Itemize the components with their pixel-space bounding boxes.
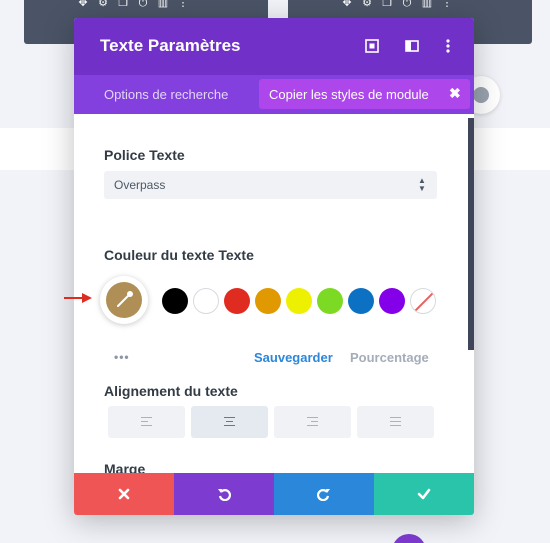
undo-icon (218, 489, 231, 501)
power-icon[interactable]: ⏻ (400, 0, 414, 10)
settings-modal: Texte Paramètres Options de recherche Co… (74, 18, 474, 515)
align-left-button[interactable] (108, 406, 185, 438)
copy-styles-label: Copier les styles de module (269, 87, 429, 102)
checkmark-icon (417, 488, 431, 500)
trash-icon[interactable]: ▥ (420, 0, 434, 10)
more-icon[interactable]: ⋮ (440, 0, 454, 10)
redo-icon (317, 489, 330, 501)
copy-styles-tooltip[interactable]: Copier les styles de module ✖ (259, 79, 470, 109)
swatch-yellow[interactable] (286, 288, 312, 314)
swatch-purple[interactable] (379, 288, 405, 314)
modal-content: Police Texte Overpass ▲ ▼ Couleur du text… (74, 114, 474, 473)
align-right-icon (307, 417, 318, 429)
current-color-swatch (106, 282, 142, 318)
module-toolbar-right: ✥ ⚙ ❐ ⏻ ▥ ⋮ (340, 0, 454, 10)
swatch-blue[interactable] (348, 288, 374, 314)
expand-icon[interactable] (364, 38, 380, 54)
cancel-button[interactable] (74, 473, 174, 515)
align-justify-button[interactable] (357, 406, 434, 438)
module-toolbar-left: ✥ ⚙ ❐ ⏻ ▥ ⋮ (76, 0, 190, 10)
red-arrow-icon (64, 293, 92, 303)
swatch-black[interactable] (162, 288, 188, 314)
modal-header: Texte Paramètres (74, 18, 474, 75)
align-left-icon (141, 417, 152, 429)
redo-button[interactable] (274, 473, 374, 515)
swatch-orange[interactable] (255, 288, 281, 314)
modal-title: Texte Paramètres (100, 36, 241, 55)
add-button-circle[interactable] (392, 534, 426, 543)
align-center-icon (224, 417, 235, 429)
close-icon[interactable]: ✖ (449, 85, 461, 102)
align-right-button[interactable] (274, 406, 351, 438)
select-arrows-icon: ▲ ▼ (418, 176, 426, 193)
align-center-button[interactable] (191, 406, 268, 438)
eyedropper-icon (117, 291, 133, 307)
more-swatches-icon[interactable]: ••• (114, 350, 130, 364)
split-view-icon[interactable] (404, 38, 420, 54)
power-icon[interactable]: ⏻ (136, 0, 150, 10)
duplicate-icon[interactable]: ❐ (380, 0, 394, 10)
color-picker-button[interactable] (100, 276, 148, 324)
align-justify-icon (390, 417, 401, 429)
duplicate-icon[interactable]: ❐ (116, 0, 130, 10)
swatch-none[interactable] (410, 288, 436, 314)
tab-search-options[interactable]: Options de recherche (104, 87, 230, 102)
font-label: Police Texte (104, 147, 185, 163)
swatch-white[interactable] (193, 288, 219, 314)
close-icon (118, 488, 130, 500)
gear-icon[interactable]: ⚙ (360, 0, 374, 10)
text-color-label: Couleur du texte Texte (104, 247, 254, 263)
font-select[interactable]: Overpass ▲ ▼ (104, 171, 437, 199)
swatch-green[interactable] (317, 288, 343, 314)
percent-link[interactable]: Pourcentage (350, 350, 429, 365)
globe-icon (473, 87, 489, 103)
swatch-red[interactable] (224, 288, 250, 314)
more-options-icon[interactable] (440, 38, 456, 54)
save-button[interactable] (374, 473, 474, 515)
alignment-label: Alignement du texte (104, 383, 238, 399)
gear-icon[interactable]: ⚙ (96, 0, 110, 10)
more-icon[interactable]: ⋮ (176, 0, 190, 10)
move-icon[interactable]: ✥ (340, 0, 354, 10)
modal-footer (74, 473, 474, 515)
margin-label: Marge (104, 461, 146, 473)
font-select-value: Overpass (114, 178, 166, 192)
undo-button[interactable] (174, 473, 274, 515)
trash-icon[interactable]: ▥ (156, 0, 170, 10)
save-color-link[interactable]: Sauvegarder (254, 350, 333, 365)
scrollbar[interactable] (468, 118, 474, 350)
move-icon[interactable]: ✥ (76, 0, 90, 10)
